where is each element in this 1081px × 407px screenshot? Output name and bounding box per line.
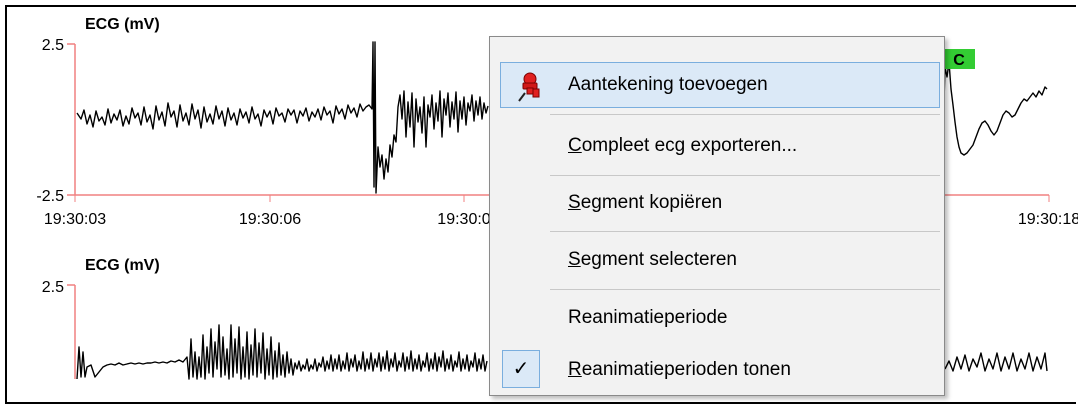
menu-item-select-segment[interactable]: Segment selecteren [500,237,940,283]
chart2-ecg-trace [76,324,488,380]
menu-item-label: Compleet ecg exporteren... [568,135,798,156]
chart2-y-label: ECG (mV) [85,257,160,274]
chart1-xtick-label-2: 19:30:0 [437,211,490,228]
menu-item-copy-segment[interactable]: Segment kopiëren [500,180,940,226]
menu-item-export-ecg[interactable]: Compleet ecg exporteren... [500,123,940,169]
annotation-marker-label: C [953,52,965,69]
chart1-xtick-label-3: 19:30:18 [1018,211,1078,228]
menu-item-resuscitation-period[interactable]: Reanimatieperiode [500,295,940,341]
menu-separator [550,114,940,115]
chart1-xtick-label-0: 19:30:03 [44,211,106,228]
checkmark-icon: ✓ [502,350,540,388]
chart2-ecg-trace-right [944,352,1048,372]
menu-separator [550,231,940,232]
chart1-ecg-trace [76,41,489,194]
menu-separator [550,175,940,176]
menu-item-label: Reanimatieperioden tonen [568,359,791,380]
chart1-y-label: ECG (mV) [85,16,160,33]
menu-item-label: Segment kopiëren [568,192,723,213]
chart1-ytick-label-bottom: -2.5 [36,188,64,205]
context-menu: Aantekening toevoegen Compleet ecg expor… [489,36,945,396]
menu-item-show-resuscitation-periods[interactable]: ✓ Reanimatieperioden tonen [500,347,940,393]
chart2-ytick-label-top: 2.5 [42,279,64,296]
chart1-ytick-label-top: 2.5 [42,37,64,54]
menu-separator [550,289,940,290]
menu-item-label: Aantekening toevoegen [568,74,768,95]
menu-item-add-annotation[interactable]: Aantekening toevoegen [500,62,940,108]
pushpin-icon [518,72,540,102]
menu-item-label: Segment selecteren [568,249,738,270]
ecg-viewer: ECG (mV) 2.5 -2.5 19:30:03 19:30:06 19:3… [5,5,1078,404]
menu-item-label: Reanimatieperiode [568,307,728,328]
chart1-xtick-label-1: 19:30:06 [239,211,301,228]
